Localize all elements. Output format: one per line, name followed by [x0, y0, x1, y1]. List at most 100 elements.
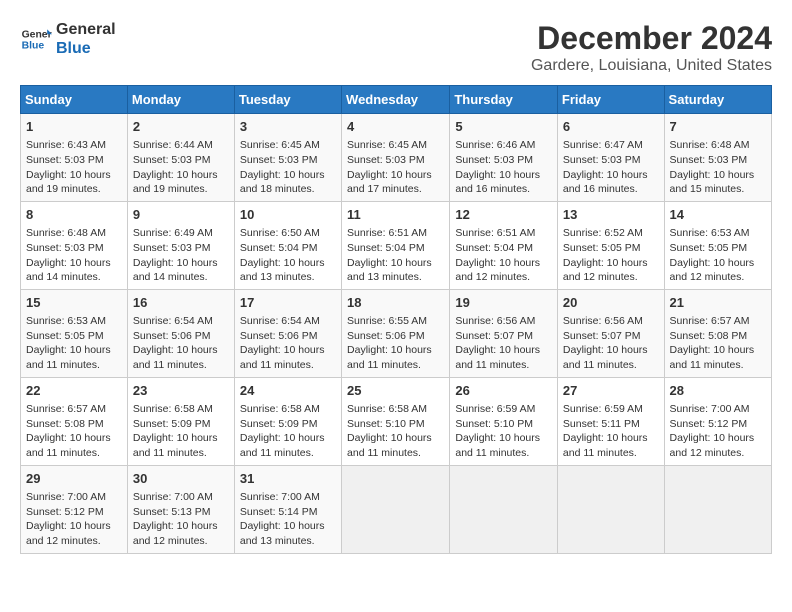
calendar-cell: 4 Sunrise: 6:45 AMSunset: 5:03 PMDaylight…	[342, 114, 450, 202]
page-subtitle: Gardere, Louisiana, United States	[531, 57, 772, 75]
day-number: 16	[133, 294, 229, 312]
day-number: 18	[347, 294, 444, 312]
day-info: Sunrise: 6:53 AMSunset: 5:05 PMDaylight:…	[670, 226, 766, 285]
day-info: Sunrise: 6:44 AMSunset: 5:03 PMDaylight:…	[133, 138, 229, 197]
calendar-cell: 20Sunrise: 6:56 AMSunset: 5:07 PMDayligh…	[557, 289, 664, 377]
day-info: Sunrise: 6:55 AMSunset: 5:06 PMDaylight:…	[347, 314, 444, 373]
header-monday: Monday	[127, 86, 234, 114]
day-number: 17	[240, 294, 336, 312]
day-info: Sunrise: 6:54 AMSunset: 5:06 PMDaylight:…	[133, 314, 229, 373]
week-row-1: 1 Sunrise: 6:43 AMSunset: 5:03 PMDaylight…	[21, 114, 772, 202]
day-number: 12	[455, 206, 552, 224]
day-info: Sunrise: 6:47 AMSunset: 5:03 PMDaylight:…	[563, 138, 659, 197]
header-sunday: Sunday	[21, 86, 128, 114]
day-info: Sunrise: 6:57 AMSunset: 5:08 PMDaylight:…	[26, 402, 122, 461]
day-info: Sunrise: 6:48 AMSunset: 5:03 PMDaylight:…	[670, 138, 766, 197]
day-number: 26	[455, 382, 552, 400]
calendar-cell: 19 Sunrise: 6:56 AMSunset: 5:07 PMDayligh…	[450, 289, 558, 377]
day-number: 13	[563, 206, 659, 224]
week-row-3: 15 Sunrise: 6:53 AMSunset: 5:05 PMDayligh…	[21, 289, 772, 377]
day-number: 27	[563, 382, 659, 400]
day-number: 29	[26, 470, 122, 488]
week-row-5: 29 Sunrise: 7:00 AMSunset: 5:12 PMDayligh…	[21, 465, 772, 553]
calendar-cell: 17 Sunrise: 6:54 AMSunset: 5:06 PMDayligh…	[234, 289, 341, 377]
header-tuesday: Tuesday	[234, 86, 341, 114]
calendar-cell	[664, 465, 771, 553]
day-number: 24	[240, 382, 336, 400]
day-info: Sunrise: 7:00 AMSunset: 5:12 PMDaylight:…	[670, 402, 766, 461]
day-info: Sunrise: 6:48 AMSunset: 5:03 PMDaylight:…	[26, 226, 122, 285]
day-number: 1	[26, 118, 122, 136]
header-friday: Friday	[557, 86, 664, 114]
logo-line2: Blue	[56, 39, 116, 58]
svg-text:Blue: Blue	[22, 41, 45, 52]
day-info: Sunrise: 6:57 AMSunset: 5:08 PMDaylight:…	[670, 314, 766, 373]
day-info: Sunrise: 6:59 AMSunset: 5:11 PMDaylight:…	[563, 402, 659, 461]
day-info: Sunrise: 6:51 AMSunset: 5:04 PMDaylight:…	[455, 226, 552, 285]
day-number: 3	[240, 118, 336, 136]
calendar-cell: 23 Sunrise: 6:58 AMSunset: 5:09 PMDayligh…	[127, 377, 234, 465]
day-info: Sunrise: 6:59 AMSunset: 5:10 PMDaylight:…	[455, 402, 552, 461]
calendar-cell: 9Sunrise: 6:49 AMSunset: 5:03 PMDaylight…	[127, 201, 234, 289]
day-number: 25	[347, 382, 444, 400]
day-info: Sunrise: 6:58 AMSunset: 5:10 PMDaylight:…	[347, 402, 444, 461]
calendar-cell: 25 Sunrise: 6:58 AMSunset: 5:10 PMDayligh…	[342, 377, 450, 465]
header-thursday: Thursday	[450, 86, 558, 114]
calendar-cell: 15 Sunrise: 6:53 AMSunset: 5:05 PMDayligh…	[21, 289, 128, 377]
calendar-cell: 13 Sunrise: 6:52 AMSunset: 5:05 PMDayligh…	[557, 201, 664, 289]
calendar-cell: 29 Sunrise: 7:00 AMSunset: 5:12 PMDayligh…	[21, 465, 128, 553]
week-row-4: 22Sunrise: 6:57 AMSunset: 5:08 PMDayligh…	[21, 377, 772, 465]
logo-line1: General	[56, 20, 116, 39]
calendar-cell: 14Sunrise: 6:53 AMSunset: 5:05 PMDayligh…	[664, 201, 771, 289]
day-info: Sunrise: 7:00 AMSunset: 5:12 PMDaylight:…	[26, 490, 122, 549]
calendar-cell: 26 Sunrise: 6:59 AMSunset: 5:10 PMDayligh…	[450, 377, 558, 465]
day-info: Sunrise: 7:00 AMSunset: 5:13 PMDaylight:…	[133, 490, 229, 549]
day-number: 28	[670, 382, 766, 400]
calendar-cell: 31 Sunrise: 7:00 AMSunset: 5:14 PMDayligh…	[234, 465, 341, 553]
day-info: Sunrise: 6:58 AMSunset: 5:09 PMDaylight:…	[133, 402, 229, 461]
day-number: 21	[670, 294, 766, 312]
title-area: December 2024 Gardere, Louisiana, United…	[531, 20, 772, 75]
day-number: 7	[670, 118, 766, 136]
day-number: 19	[455, 294, 552, 312]
calendar-cell: 30Sunrise: 7:00 AMSunset: 5:13 PMDayligh…	[127, 465, 234, 553]
day-number: 9	[133, 206, 229, 224]
day-number: 31	[240, 470, 336, 488]
day-info: Sunrise: 6:52 AMSunset: 5:05 PMDaylight:…	[563, 226, 659, 285]
header-saturday: Saturday	[664, 86, 771, 114]
day-number: 23	[133, 382, 229, 400]
calendar-cell: 10Sunrise: 6:50 AMSunset: 5:04 PMDayligh…	[234, 201, 341, 289]
calendar-cell: 22Sunrise: 6:57 AMSunset: 5:08 PMDayligh…	[21, 377, 128, 465]
calendar-cell: 8 Sunrise: 6:48 AMSunset: 5:03 PMDaylight…	[21, 201, 128, 289]
calendar-cell: 21 Sunrise: 6:57 AMSunset: 5:08 PMDayligh…	[664, 289, 771, 377]
day-number: 4	[347, 118, 444, 136]
calendar-cell: 11Sunrise: 6:51 AMSunset: 5:04 PMDayligh…	[342, 201, 450, 289]
day-info: Sunrise: 6:46 AMSunset: 5:03 PMDaylight:…	[455, 138, 552, 197]
day-number: 15	[26, 294, 122, 312]
calendar-cell: 27 Sunrise: 6:59 AMSunset: 5:11 PMDayligh…	[557, 377, 664, 465]
day-number: 2	[133, 118, 229, 136]
day-info: Sunrise: 6:53 AMSunset: 5:05 PMDaylight:…	[26, 314, 122, 373]
day-info: Sunrise: 6:50 AMSunset: 5:04 PMDaylight:…	[240, 226, 336, 285]
page-title: December 2024	[531, 20, 772, 57]
calendar-cell	[342, 465, 450, 553]
day-number: 6	[563, 118, 659, 136]
calendar-cell: 28 Sunrise: 7:00 AMSunset: 5:12 PMDayligh…	[664, 377, 771, 465]
day-info: Sunrise: 6:54 AMSunset: 5:06 PMDaylight:…	[240, 314, 336, 373]
calendar-cell	[557, 465, 664, 553]
week-row-2: 8 Sunrise: 6:48 AMSunset: 5:03 PMDaylight…	[21, 201, 772, 289]
day-info: Sunrise: 6:56 AMSunset: 5:07 PMDaylight:…	[455, 314, 552, 373]
header-wednesday: Wednesday	[342, 86, 450, 114]
day-info: Sunrise: 6:45 AMSunset: 5:03 PMDaylight:…	[240, 138, 336, 197]
day-info: Sunrise: 6:56 AMSunset: 5:07 PMDaylight:…	[563, 314, 659, 373]
calendar-cell: 12 Sunrise: 6:51 AMSunset: 5:04 PMDayligh…	[450, 201, 558, 289]
logo-icon: General Blue	[20, 23, 52, 55]
day-info: Sunrise: 6:45 AMSunset: 5:03 PMDaylight:…	[347, 138, 444, 197]
day-info: Sunrise: 7:00 AMSunset: 5:14 PMDaylight:…	[240, 490, 336, 549]
day-info: Sunrise: 6:43 AMSunset: 5:03 PMDaylight:…	[26, 138, 122, 197]
calendar: SundayMondayTuesdayWednesdayThursdayFrid…	[20, 85, 772, 554]
calendar-cell: 18 Sunrise: 6:55 AMSunset: 5:06 PMDayligh…	[342, 289, 450, 377]
day-number: 8	[26, 206, 122, 224]
calendar-cell: 3 Sunrise: 6:45 AMSunset: 5:03 PMDaylight…	[234, 114, 341, 202]
calendar-cell	[450, 465, 558, 553]
